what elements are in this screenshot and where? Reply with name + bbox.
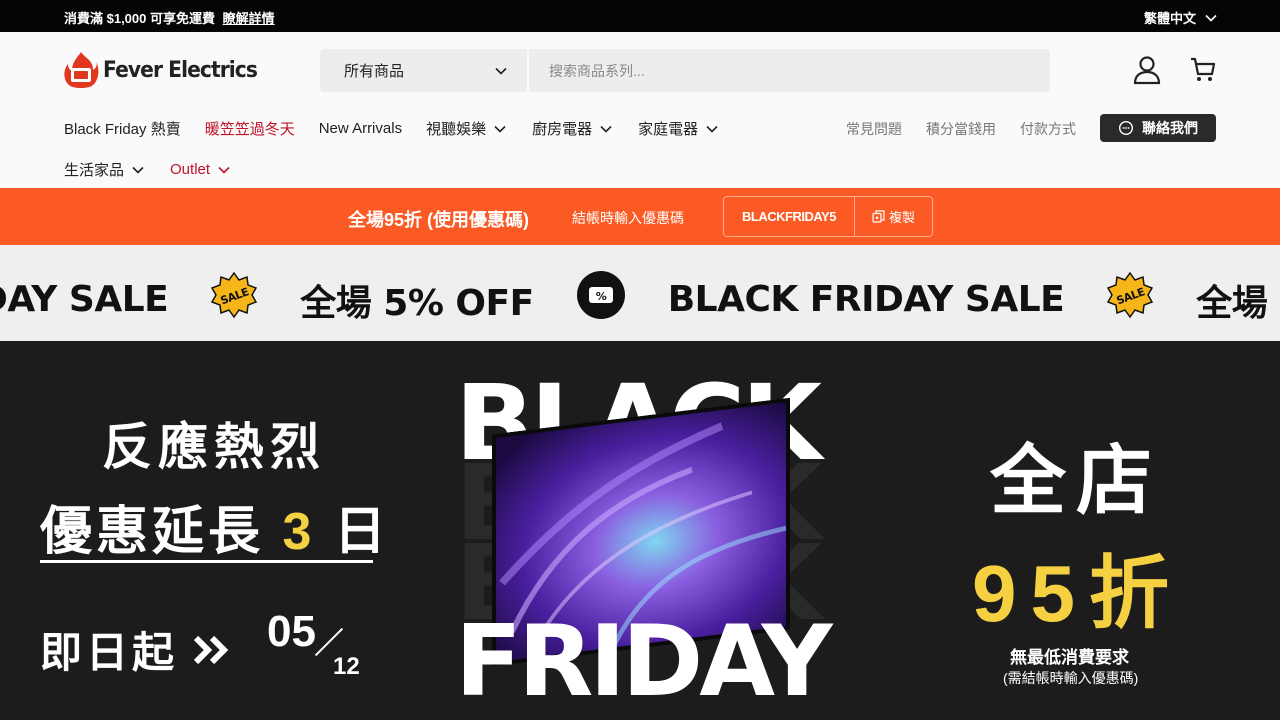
marquee-text: BLACK FRIDAY SALE xyxy=(667,279,1065,320)
language-selector[interactable]: 繁體中文 xyxy=(1144,8,1218,27)
chevron-down-icon xyxy=(706,125,718,133)
utility-links: 常見問題 積分當錢用 付款方式 xyxy=(846,119,1076,139)
hero-line2: 優惠延長 3 日 xyxy=(40,489,390,564)
cart-icon xyxy=(1191,57,1216,81)
copy-label: 複製 xyxy=(888,210,915,225)
date-slash xyxy=(314,627,344,657)
account-button[interactable] xyxy=(1131,54,1163,91)
points-link[interactable]: 積分當錢用 xyxy=(926,119,996,139)
svg-text:%: % xyxy=(595,290,606,303)
copy-icon xyxy=(872,210,885,223)
announcement-bar: 消費滿 $1,000 可享免運費 瞭解詳情 繁體中文 xyxy=(0,0,1280,32)
hero-line2-text: 優惠延長 xyxy=(40,503,265,561)
nav-item-living[interactable]: 生活家品 xyxy=(64,159,146,180)
hero-right-discount: 95折 xyxy=(972,549,1183,638)
coupon-banner: 全場95折 (使用優惠碼) 結帳時輸入優惠碼 BLACKFRIDAY5 複製 xyxy=(0,188,1280,245)
secondary-nav: 生活家品 Outlet xyxy=(64,159,256,180)
chat-icon xyxy=(1118,120,1134,136)
chevron-down-icon xyxy=(1205,14,1217,22)
hero-banner[interactable]: 反應熱烈 優惠延長 3 日 即日起 05 12 BLACK BLACK BLAC… xyxy=(0,341,1280,720)
flame-tv-logo-icon xyxy=(64,52,99,88)
chevron-down-icon xyxy=(132,166,144,174)
chevron-down-icon xyxy=(600,125,612,133)
nav-label: 廚房電器 xyxy=(532,121,593,138)
nav-label: 生活家品 xyxy=(64,162,125,179)
primary-nav: Black Friday 熱賣 暖笠笠過冬天 New Arrivals 視聽娛樂… xyxy=(64,118,744,139)
contact-label: 聯絡我們 xyxy=(1142,120,1198,136)
marquee-text: 全場 5% OFF xyxy=(300,282,534,324)
nav-item-new-arrivals[interactable]: New Arrivals xyxy=(319,120,402,137)
search-category-select[interactable]: 所有商品 xyxy=(320,49,529,92)
promo-details-link[interactable]: 瞭解詳情 xyxy=(223,11,275,26)
marquee-text: DAY SALE xyxy=(0,279,169,320)
double-chevron-right-icon xyxy=(193,635,229,664)
free-shipping-promo: 消費滿 $1,000 可享免運費 瞭解詳情 xyxy=(64,8,275,27)
sale-badge-icon: SALE xyxy=(1106,271,1154,328)
logo-text: Fever Electrics xyxy=(103,57,258,83)
search-category-label: 所有商品 xyxy=(344,63,405,80)
chevron-down-icon xyxy=(218,166,230,174)
hero-line1: 反應熱烈 xyxy=(102,419,326,475)
faq-link[interactable]: 常見問題 xyxy=(846,119,902,139)
bf-title-bottom: FRIDAY xyxy=(455,605,833,719)
coupon-headline: 全場95折 (使用優惠碼) xyxy=(348,210,530,230)
nav-label: 暖笠笠過冬天 xyxy=(204,121,295,138)
chevron-down-icon xyxy=(495,67,507,75)
nav-label: Black Friday 熱賣 xyxy=(64,121,181,138)
hero-date-month: 05 xyxy=(267,607,316,656)
marquee-text: 全場 5% xyxy=(1196,282,1280,324)
nav-item-home[interactable]: 家庭電器 xyxy=(638,118,720,139)
site-header: Fever Electrics 所有商品 Black Friday 熱賣 暖笠笠… xyxy=(0,32,1280,188)
nav-item-black-friday[interactable]: Black Friday 熱賣 xyxy=(64,118,181,139)
hero-since: 即日起 xyxy=(40,619,236,680)
marquee-track: DAY SALE SALE 全場 5% OFF % BLACK FRIDAY S… xyxy=(0,270,1280,329)
search-bar: 所有商品 xyxy=(320,49,1050,92)
coupon-code: BLACKFRIDAY5 xyxy=(724,197,855,236)
copy-code-button[interactable]: 複製 xyxy=(855,197,932,236)
nav-item-outlet[interactable]: Outlet xyxy=(170,161,232,178)
nav-item-winter[interactable]: 暖笠笠過冬天 xyxy=(205,118,295,139)
hero-divider xyxy=(40,560,373,563)
promo-text: 消費滿 $1,000 可享免運費 xyxy=(64,11,215,26)
sale-marquee: DAY SALE SALE 全場 5% OFF % BLACK FRIDAY S… xyxy=(0,245,1280,341)
nav-label: 視聽娛樂 xyxy=(426,121,487,138)
coupon-instruction: 結帳時輸入優惠碼 xyxy=(572,210,684,226)
nav-label: 家庭電器 xyxy=(638,121,699,138)
hero-right-subnote: (需結帳時輸入優惠碼) xyxy=(1003,670,1139,686)
nav-item-kitchen[interactable]: 廚房電器 xyxy=(532,118,614,139)
chevron-down-icon xyxy=(494,125,506,133)
user-icon xyxy=(1133,56,1161,85)
nav-item-av[interactable]: 視聽娛樂 xyxy=(426,118,508,139)
sale-badge-icon: SALE xyxy=(210,271,258,328)
nav-label: Outlet xyxy=(170,161,211,178)
hero-right-note: 無最低消費要求 xyxy=(1010,648,1129,667)
nav-label: New Arrivals xyxy=(318,120,403,137)
language-label: 繁體中文 xyxy=(1143,11,1196,26)
hero-since-text: 即日起 xyxy=(40,629,179,676)
site-logo[interactable]: Fever Electrics xyxy=(63,50,270,90)
hero-line2-number: 3 xyxy=(282,503,316,561)
hero-right-title: 全店 xyxy=(990,439,1162,524)
contact-button[interactable]: 聯絡我們 xyxy=(1100,114,1216,142)
hero-date-day: 12 xyxy=(333,653,360,680)
hero-line2-suffix: 日 xyxy=(333,503,390,561)
coupon-code-box: BLACKFRIDAY5 複製 xyxy=(723,196,933,237)
payment-link[interactable]: 付款方式 xyxy=(1020,119,1076,139)
percent-tag-icon: % xyxy=(576,270,626,329)
cart-button[interactable] xyxy=(1189,56,1217,89)
search-input[interactable] xyxy=(529,49,1050,92)
